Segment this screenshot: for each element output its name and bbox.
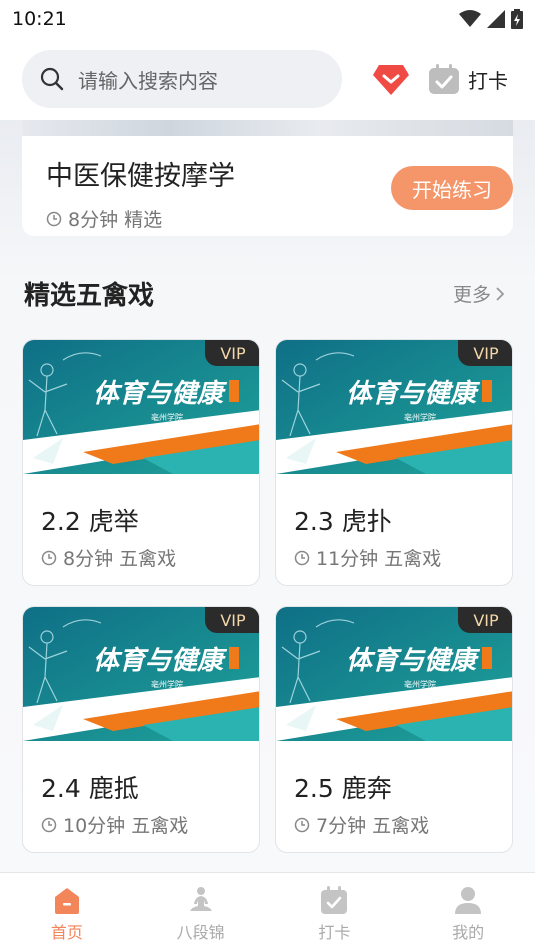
course-duration: 11分钟 [316,548,379,570]
main-content[interactable]: 中医保健按摩学 8分钟 精选 开始练习 精选五禽戏 更多 体育与健康 亳州学院 … [0,120,535,872]
course-category: 五禽戏 [384,548,442,570]
course-category: 五禽戏 [131,815,189,837]
svg-text:体育与健康: 体育与健康 [346,646,481,676]
course-thumbnail: 体育与健康 亳州学院 VIP [23,340,259,474]
clock-icon [294,817,310,832]
svg-text:亳州学院: 亳州学院 [404,679,436,689]
course-duration: 8分钟 [63,548,114,570]
nav-baduanjin[interactable]: 八段锦 [134,873,268,951]
vip-gem-button[interactable] [372,60,410,98]
course-duration: 10分钟 [63,815,126,837]
course-meta: 10分钟 五禽戏 [41,811,188,838]
meditation-icon [189,887,212,911]
diamond-icon [373,65,409,95]
course-meta: 8分钟 五禽戏 [41,544,176,571]
clock-icon [294,550,310,565]
bottom-nav: 首页 八段锦 打卡 我的 [0,872,535,951]
nav-home[interactable]: 首页 [0,873,134,951]
course-title: 2.2 虎举 [41,507,139,536]
clock-icon [46,211,62,226]
course-grid: 体育与健康 亳州学院 VIP 2.2 虎举 8分钟 五禽戏 体育与健康 亳州学院… [22,339,513,853]
course-title: 2.4 鹿抵 [41,774,139,803]
search-input[interactable]: 请输入搜索内容 [22,50,342,108]
course-duration: 7分钟 [316,815,367,837]
nav-baduanjin-label: 八段锦 [176,923,225,942]
signal-icon [487,10,505,28]
svg-text:亳州学院: 亳州学院 [151,679,183,689]
vip-badge: VIP [205,607,259,633]
nav-checkin[interactable]: 打卡 [268,873,402,951]
course-card[interactable]: 体育与健康 亳州学院 VIP 2.5 鹿奔 7分钟 五禽戏 [275,606,513,853]
nav-home-label: 首页 [50,923,83,942]
course-title: 2.5 鹿奔 [294,774,392,803]
course-thumbnail: 体育与健康 亳州学院 VIP [23,607,259,741]
course-thumbnail: 体育与健康 亳州学院 VIP [276,607,512,741]
calendar-check-icon [429,64,459,94]
user-icon [455,887,482,914]
course-title: 2.3 虎扑 [294,507,392,536]
calendar-check-icon [321,886,348,914]
clock-icon [41,550,57,565]
clock-icon [41,817,57,832]
vip-badge: VIP [458,340,512,366]
svg-text:体育与健康: 体育与健康 [93,646,228,676]
status-bar: 10:21 [0,0,535,38]
header: 请输入搜索内容 打卡 [0,38,535,120]
chevron-right-icon [496,286,505,301]
wifi-icon [459,10,481,27]
course-card[interactable]: 体育与健康 亳州学院 VIP 2.3 虎扑 11分钟 五禽戏 [275,339,513,586]
vip-badge: VIP [205,340,259,366]
featured-course-duration: 8分钟 [68,209,119,231]
battery-icon [511,9,523,29]
start-practice-button[interactable]: 开始练习 [391,166,513,210]
course-category: 五禽戏 [372,815,430,837]
vip-badge: VIP [458,607,512,633]
featured-course-category: 精选 [124,209,163,231]
search-placeholder: 请输入搜索内容 [78,68,218,93]
status-icons [459,9,523,29]
course-category: 五禽戏 [119,548,177,570]
status-time: 10:21 [12,8,67,30]
nav-profile[interactable]: 我的 [401,873,535,951]
home-icon [54,888,79,914]
banner-subtext: 亳州学院 [151,412,183,422]
featured-course-card[interactable]: 中医保健按摩学 8分钟 精选 开始练习 [22,136,513,236]
banner-text: 体育与健康 [93,379,228,409]
course-card[interactable]: 体育与健康 亳州学院 VIP 2.2 虎举 8分钟 五禽戏 [22,339,260,586]
more-label: 更多 [452,284,491,306]
course-card[interactable]: 体育与健康 亳州学院 VIP 2.4 鹿抵 10分钟 五禽戏 [22,606,260,853]
svg-text:亳州学院: 亳州学院 [404,412,436,422]
more-link[interactable]: 更多 [453,280,505,307]
nav-profile-label: 我的 [452,923,485,942]
course-thumbnail: 体育与健康 亳州学院 VIP [276,340,512,474]
checkin-button[interactable]: 打卡 [428,63,508,95]
checkin-label: 打卡 [468,68,508,93]
nav-checkin-label: 打卡 [318,923,351,942]
course-meta: 7分钟 五禽戏 [294,811,429,838]
search-icon [40,67,64,91]
svg-text:体育与健康: 体育与健康 [346,379,481,409]
section-title: 精选五禽戏 [24,281,155,311]
course-meta: 11分钟 五禽戏 [294,544,441,571]
